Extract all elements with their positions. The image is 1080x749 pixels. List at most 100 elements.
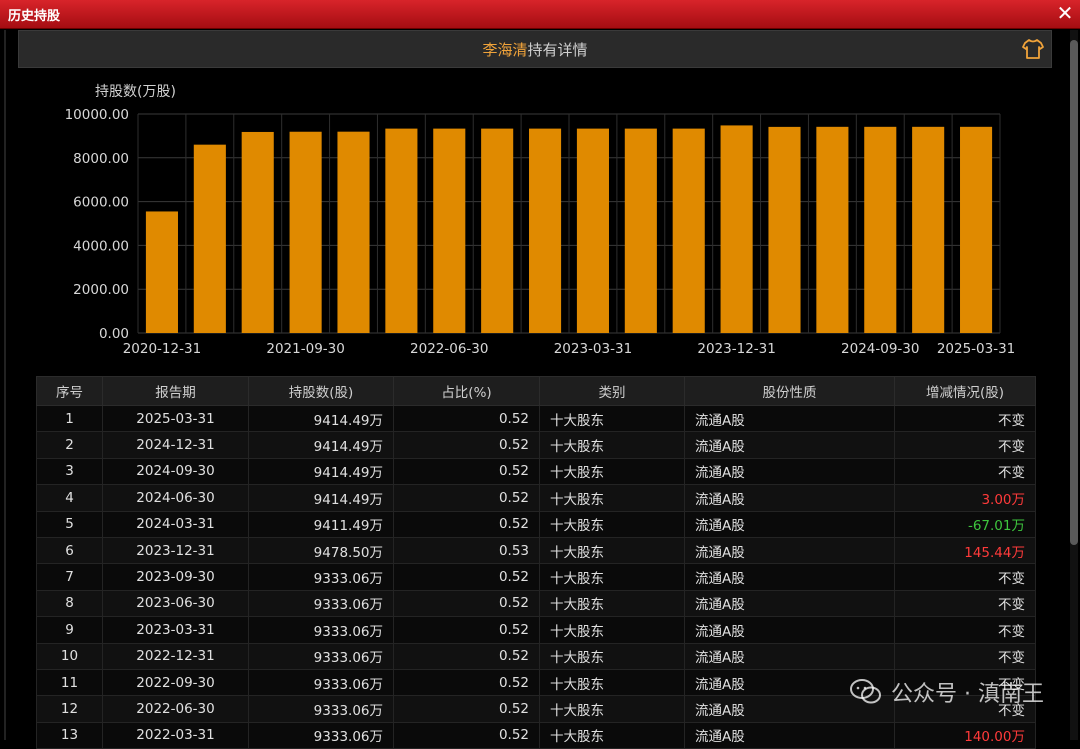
column-header[interactable]: 持股数(股) (248, 376, 394, 406)
bar-2023-03-31[interactable] (576, 128, 609, 333)
table-cell: 145.44万 (894, 536, 1036, 565)
x-tick-label: 2023-03-31 (554, 341, 632, 357)
table-row[interactable]: 3 2024-09-30 9414.49万 0.52 十大股东 流通A股 不变 (36, 457, 1036, 486)
bar-2024-09-30[interactable] (864, 126, 897, 334)
table-cell: 不变 (894, 457, 1036, 486)
column-header[interactable]: 占比(%) (393, 376, 540, 406)
bar-2021-12-31[interactable] (337, 131, 370, 333)
table-cell: 8 (36, 589, 103, 618)
table-row[interactable]: 10 2022-12-31 9333.06万 0.52 十大股东 流通A股 不变 (36, 642, 1036, 670)
wechat-icon (850, 679, 882, 704)
table-cell: 3.00万 (894, 484, 1036, 512)
table-cell: 不变 (894, 589, 1036, 618)
x-tick-label: 2020-12-31 (123, 341, 201, 357)
table-cell: 2022-06-30 (102, 695, 249, 723)
bar-2022-06-30[interactable] (433, 128, 466, 333)
table-cell: 7 (36, 563, 103, 591)
table-cell: 0.52 (393, 589, 540, 618)
bar-2023-09-30[interactable] (672, 128, 705, 333)
table-cell: 9333.06万 (248, 695, 394, 723)
bar-2021-03-31[interactable] (193, 144, 226, 333)
table-cell: 1 (36, 404, 103, 433)
table-cell: 流通A股 (684, 536, 895, 565)
table-cell: 十大股东 (539, 404, 685, 433)
table-cell: 十大股东 (539, 457, 685, 486)
bar-2024-06-30[interactable] (816, 126, 849, 334)
table-cell: 流通A股 (684, 457, 895, 486)
table-cell: 3 (36, 457, 103, 486)
table-row[interactable]: 1 2025-03-31 9414.49万 0.52 十大股东 流通A股 不变 (36, 404, 1036, 433)
y-tick-label: 10000.00 (65, 107, 129, 123)
table-row[interactable]: 9 2023-03-31 9333.06万 0.52 十大股东 流通A股 不变 (36, 616, 1036, 644)
table-cell: 流通A股 (684, 616, 895, 644)
bar-2021-09-30[interactable] (289, 131, 322, 333)
table-cell: 十大股东 (539, 589, 685, 618)
table-cell: 0.52 (393, 404, 540, 433)
table-cell: 0.52 (393, 431, 540, 459)
table-cell: 流通A股 (684, 563, 895, 591)
y-axis-label: 持股数(万股) (95, 84, 176, 100)
table-cell: 十大股东 (539, 431, 685, 459)
table-cell: 10 (36, 642, 103, 670)
column-header[interactable]: 增减情况(股) (894, 376, 1036, 406)
bar-2025-03-31[interactable] (960, 126, 993, 334)
table-cell: 0.52 (393, 695, 540, 723)
bar-2022-03-31[interactable] (385, 128, 418, 333)
bar-2023-12-31[interactable] (720, 125, 753, 333)
table-cell: 2025-03-31 (102, 404, 249, 433)
bar-2020-12-31[interactable] (145, 211, 178, 333)
table-cell: 6 (36, 536, 103, 565)
table-cell: 0.53 (393, 536, 540, 565)
table-row[interactable]: 6 2023-12-31 9478.50万 0.53 十大股东 流通A股 145.44万 (36, 536, 1036, 565)
shirt-icon[interactable] (1021, 37, 1045, 61)
table-row[interactable]: 4 2024-06-30 9414.49万 0.52 十大股东 流通A股 3.00万 (36, 484, 1036, 512)
bar-2022-09-30[interactable] (481, 128, 514, 333)
table-cell: 9411.49万 (248, 510, 394, 538)
table-cell: 流通A股 (684, 431, 895, 459)
table-cell: 流通A股 (684, 721, 895, 749)
bar-2021-06-30[interactable] (241, 131, 274, 333)
column-header[interactable]: 类别 (539, 376, 685, 406)
scrollbar-thumb[interactable] (1070, 40, 1078, 545)
y-tick-label: 8000.00 (73, 151, 129, 167)
table-cell: 十大股东 (539, 536, 685, 565)
table-cell: 十大股东 (539, 642, 685, 670)
table-row[interactable]: 5 2024-03-31 9411.49万 0.52 十大股东 流通A股 -67.01万 (36, 510, 1036, 538)
close-icon[interactable]: ✕ (1054, 2, 1076, 24)
y-tick-label: 6000.00 (73, 195, 129, 211)
column-header[interactable]: 报告期 (102, 376, 249, 406)
bar-2022-12-31[interactable] (529, 128, 562, 333)
table-cell: 不变 (894, 563, 1036, 591)
table-cell: 0.52 (393, 721, 540, 749)
bar-2024-03-31[interactable] (768, 126, 801, 333)
table-row[interactable]: 7 2023-09-30 9333.06万 0.52 十大股东 流通A股 不变 (36, 563, 1036, 591)
y-ticks: 0.00 2000.00 4000.00 6000.00 8000.00 10000.00 (65, 107, 129, 342)
table-cell: 十大股东 (539, 668, 685, 697)
table-cell: 2022-09-30 (102, 668, 249, 697)
table-row[interactable]: 8 2023-06-30 9333.06万 0.52 十大股东 流通A股 不变 (36, 589, 1036, 618)
column-header[interactable]: 序号 (36, 376, 103, 406)
window-titlebar: 历史持股 ✕ (0, 0, 1080, 29)
table-cell: 9333.06万 (248, 589, 394, 618)
table-cell: 0.52 (393, 563, 540, 591)
table-cell: 2024-03-31 (102, 510, 249, 538)
table-cell: -67.01万 (894, 510, 1036, 538)
table-cell: 流通A股 (684, 589, 895, 618)
table-cell: 9478.50万 (248, 536, 394, 565)
table-cell: 0.52 (393, 642, 540, 670)
bar-2024-12-31[interactable] (912, 126, 945, 334)
watermark-text: 公众号 · 滇南王 (891, 682, 1044, 707)
table-cell: 140.00万 (894, 721, 1036, 749)
table-cell: 12 (36, 695, 103, 723)
table-row[interactable]: 2 2024-12-31 9414.49万 0.52 十大股东 流通A股 不变 (36, 431, 1036, 459)
table-cell: 4 (36, 484, 103, 512)
table-cell: 2024-06-30 (102, 484, 249, 512)
table-cell: 不变 (894, 404, 1036, 433)
table-cell: 流通A股 (684, 510, 895, 538)
bar-2023-06-30[interactable] (624, 128, 657, 333)
table-cell: 2022-12-31 (102, 642, 249, 670)
table-row[interactable]: 13 2022-03-31 9333.06万 0.52 十大股东 流通A股 140.00万 (36, 721, 1036, 749)
column-header[interactable]: 股份性质 (684, 376, 895, 406)
table-cell: 十大股东 (539, 484, 685, 512)
table-cell: 十大股东 (539, 695, 685, 723)
